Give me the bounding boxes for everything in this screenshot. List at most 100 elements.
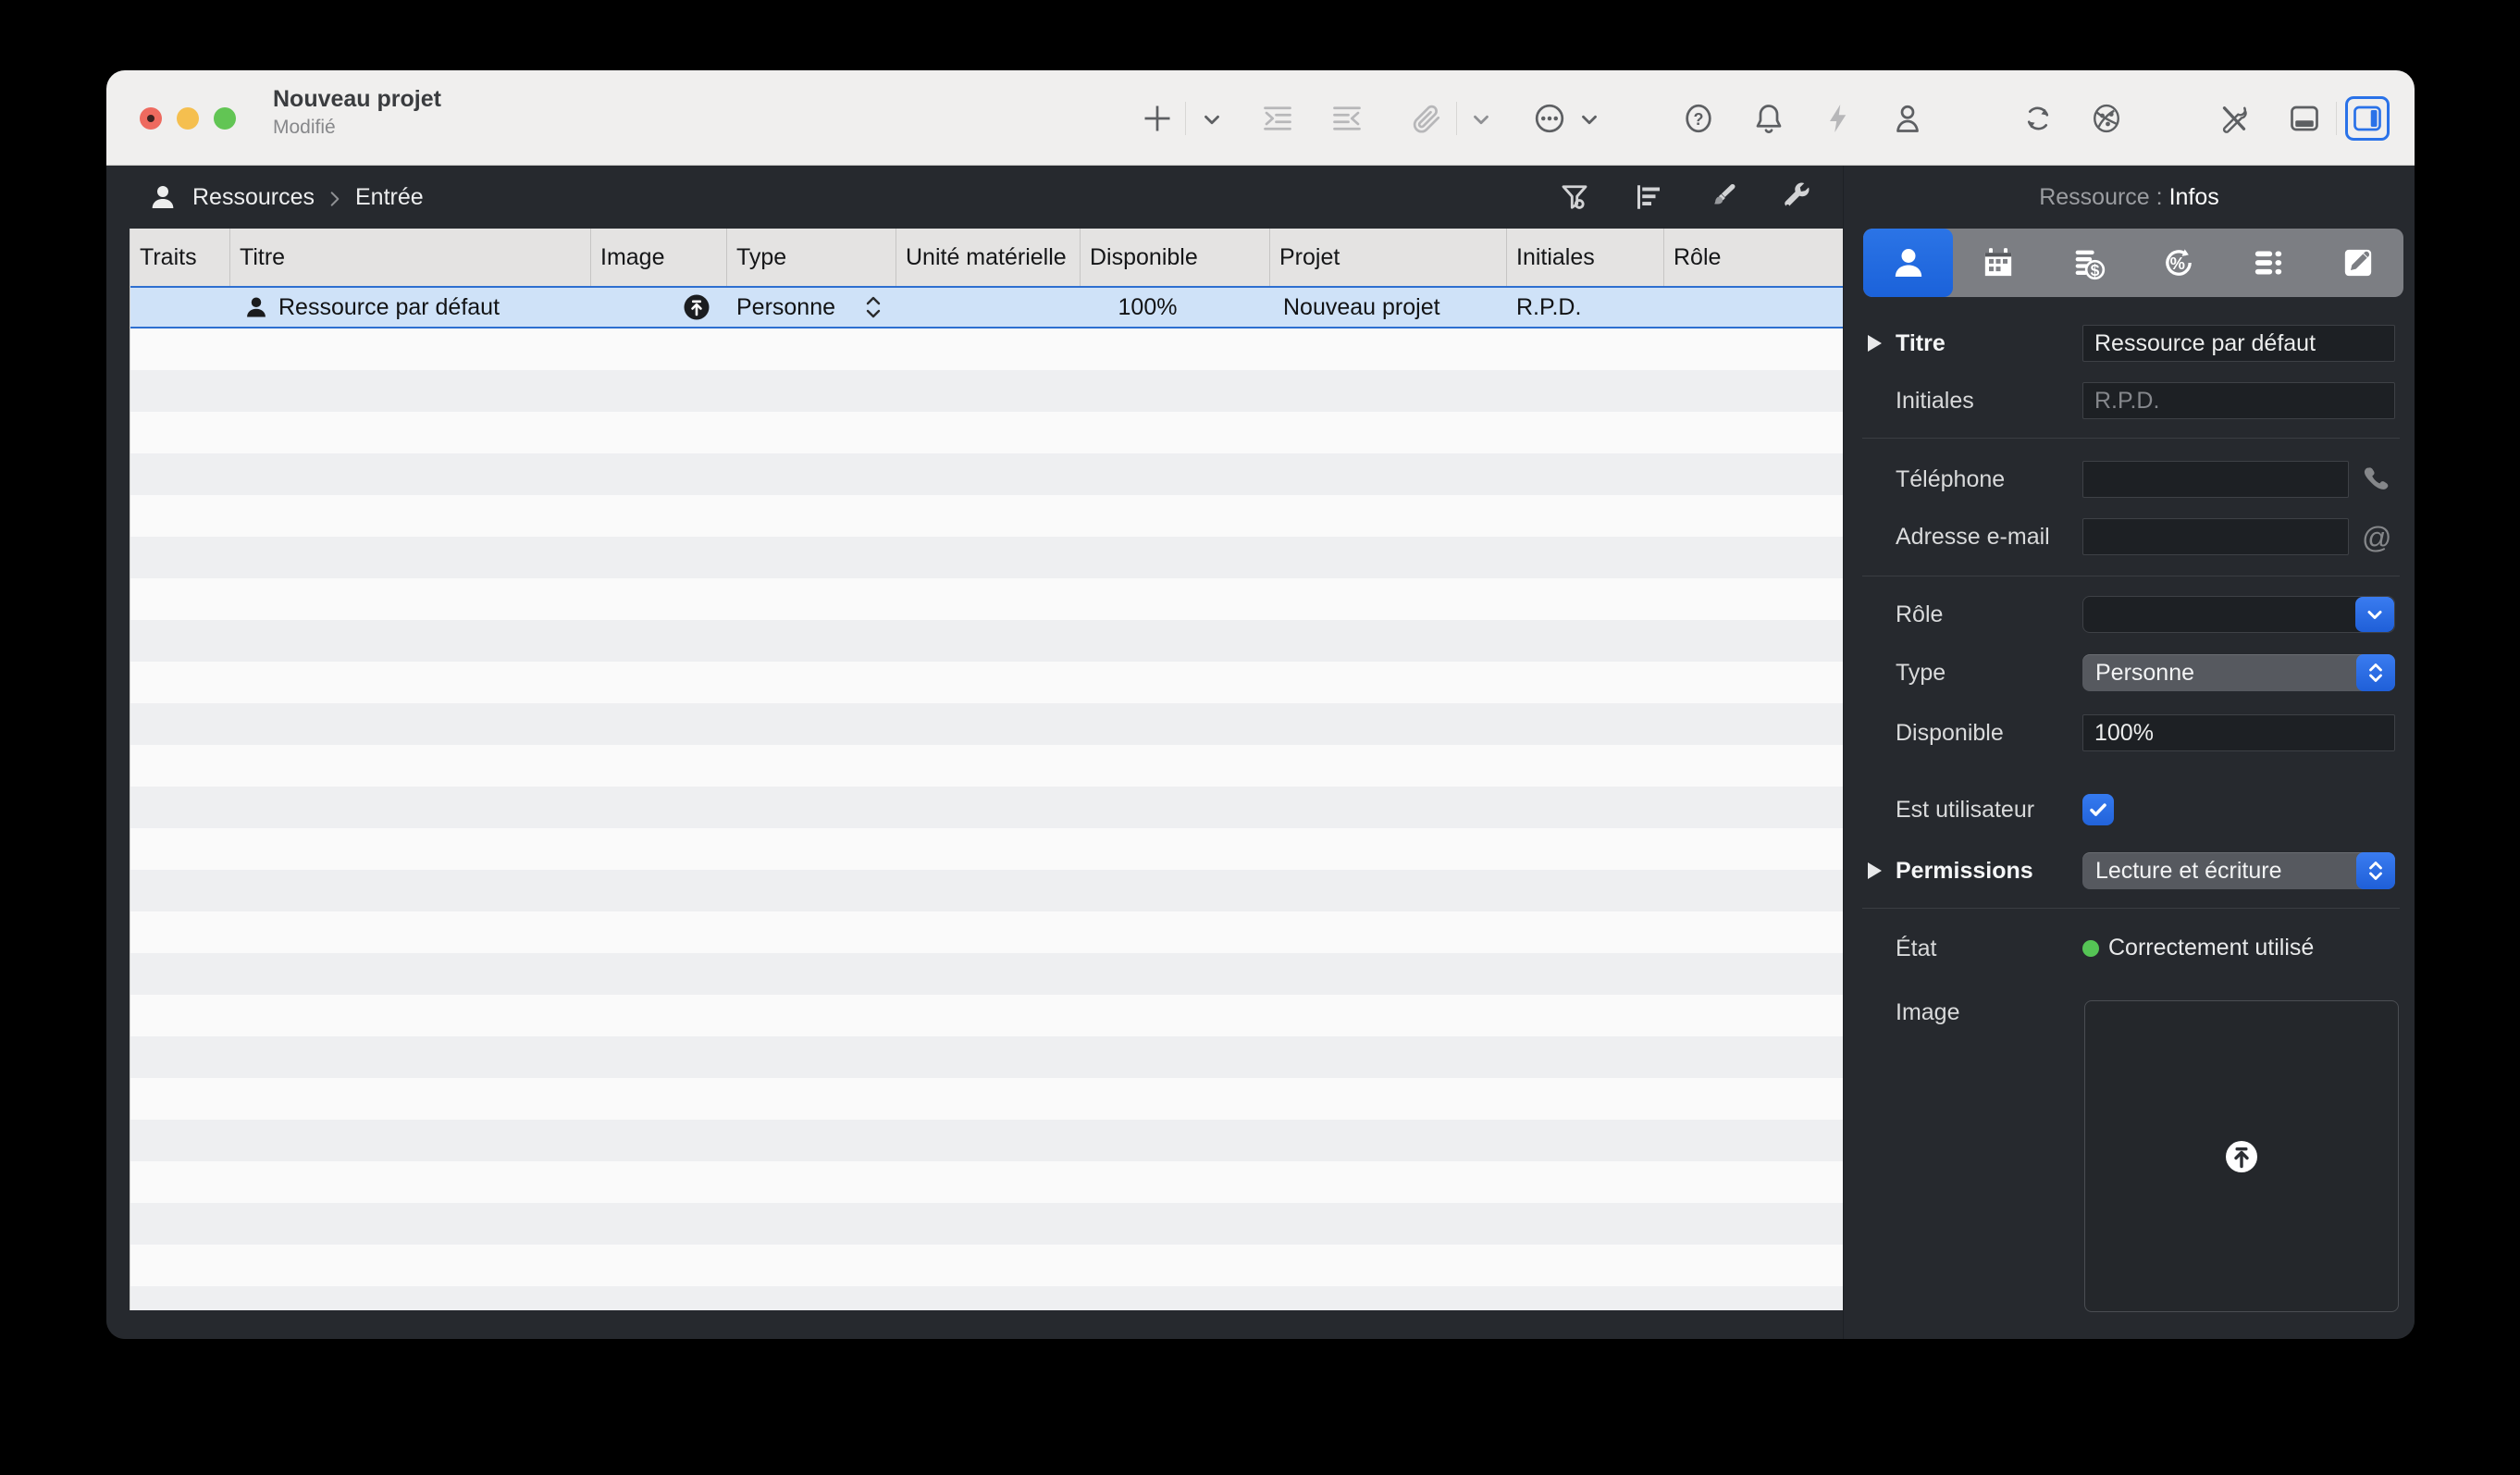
- row-title-text: Ressource par défaut: [278, 293, 500, 320]
- toggle-bottom-panel-button[interactable]: [2288, 102, 2321, 135]
- resources-view: Ressources Entrée Traits Titre Image Typ…: [106, 166, 1843, 1339]
- field-label-permissions: Permissions: [1896, 858, 2033, 884]
- cell-titre[interactable]: Ressource par défaut: [230, 288, 591, 327]
- app-window: Nouveau projet Modifié ? Ressources Entr…: [106, 70, 2415, 1339]
- toolbar-separator: [1185, 102, 1186, 135]
- cell-role[interactable]: [1664, 288, 1843, 327]
- tab-notes[interactable]: [2314, 229, 2403, 297]
- chevron-down-icon: [1582, 115, 1597, 125]
- cell-initiales[interactable]: R.P.D.: [1507, 288, 1664, 327]
- cell-disponible[interactable]: 100%: [1081, 288, 1270, 327]
- help-button[interactable]: ?: [1682, 102, 1715, 135]
- tab-schedule[interactable]: [1953, 229, 2043, 297]
- styles-button[interactable]: [1706, 180, 1739, 214]
- permissions-popup[interactable]: Lecture et écriture: [2082, 852, 2395, 889]
- permissions-stepper-button[interactable]: [2356, 852, 2395, 889]
- automation-button[interactable]: [1822, 102, 1855, 135]
- add-button[interactable]: [1141, 102, 1174, 135]
- panel-bottom-icon: [2291, 105, 2318, 131]
- up-down-chevrons-icon: [2369, 861, 2382, 880]
- inspector-title: Ressource : Infos: [1844, 184, 2415, 211]
- field-label-image: Image: [1896, 999, 1960, 1025]
- column-header-titre[interactable]: Titre: [230, 229, 591, 286]
- tab-utilization[interactable]: %: [2133, 229, 2223, 297]
- role-dropdown-button[interactable]: [2355, 597, 2394, 632]
- account-button[interactable]: [1891, 102, 1924, 135]
- column-header-traits[interactable]: Traits: [130, 229, 230, 286]
- toggle-inspector-button[interactable]: [2345, 96, 2390, 141]
- column-header-role[interactable]: Rôle: [1664, 229, 1843, 286]
- panel-right-icon: [2353, 105, 2381, 131]
- window-subtitle: Modifié: [273, 117, 336, 138]
- attach-menu-button[interactable]: [1469, 107, 1493, 131]
- etat-value: Correctement utilisé: [2108, 935, 2315, 961]
- type-popup[interactable]: Personne: [2082, 654, 2395, 691]
- upload-image-icon[interactable]: [683, 293, 710, 321]
- cell-projet[interactable]: Nouveau projet: [1270, 288, 1507, 327]
- at-icon: @: [2362, 521, 2392, 554]
- view-tools-button[interactable]: [1780, 180, 1813, 214]
- disclosure-triangle-titre[interactable]: [1868, 335, 1882, 352]
- toolbar: Nouveau projet Modifié ?: [106, 70, 2415, 166]
- more-button[interactable]: [1533, 102, 1566, 135]
- cell-type[interactable]: Personne: [727, 288, 896, 327]
- column-header-unite[interactable]: Unité matérielle: [896, 229, 1081, 286]
- content-area: Ressources Entrée Traits Titre Image Typ…: [106, 166, 2415, 1339]
- network-icon: [2094, 104, 2119, 133]
- more-menu-button[interactable]: [1577, 107, 1601, 131]
- type-stepper-button[interactable]: [2356, 654, 2395, 691]
- sync-button[interactable]: [2021, 102, 2055, 135]
- window-title-block: Nouveau projet Modifié: [273, 86, 441, 139]
- column-header-initiales[interactable]: Initiales: [1507, 229, 1664, 286]
- telephone-input[interactable]: [2082, 461, 2349, 498]
- breadcrumb-item-entree[interactable]: Entrée: [355, 184, 424, 211]
- upload-image-icon[interactable]: [2219, 1134, 2264, 1179]
- est-utilisateur-checkbox[interactable]: [2082, 794, 2114, 825]
- lightning-icon: [1830, 105, 1847, 132]
- tab-costs[interactable]: $: [2044, 229, 2133, 297]
- table-row-selected[interactable]: Ressource par défaut Personne 100% Nouve…: [130, 286, 1843, 328]
- column-header-image[interactable]: Image: [591, 229, 727, 286]
- publish-button[interactable]: [2090, 102, 2123, 135]
- field-label-est-utilisateur: Est utilisateur: [1896, 797, 2035, 823]
- tab-custom-data[interactable]: [2223, 229, 2313, 297]
- attach-button[interactable]: [1410, 102, 1443, 135]
- disclosure-triangle-permissions[interactable]: [1868, 862, 1882, 879]
- indent-button[interactable]: [1261, 102, 1294, 135]
- type-value: Personne: [2095, 659, 2195, 686]
- minimize-button[interactable]: [177, 107, 199, 130]
- email-input[interactable]: [2082, 518, 2349, 555]
- stepper-icon[interactable]: [863, 294, 883, 320]
- chevron-right-icon: [326, 188, 344, 206]
- disponible-input[interactable]: [2082, 714, 2395, 751]
- cell-image[interactable]: [591, 288, 727, 327]
- close-button[interactable]: [140, 107, 162, 130]
- up-down-chevrons-icon: [2369, 663, 2382, 682]
- inspector-tab-bar: $ %: [1863, 229, 2403, 297]
- custom-data-icon: [2254, 251, 2282, 275]
- tools-button[interactable]: [2217, 102, 2251, 135]
- initiales-input[interactable]: [2082, 382, 2395, 419]
- notifications-button[interactable]: [1752, 102, 1785, 135]
- person-icon: [1896, 105, 1919, 132]
- costs-icon: $: [2075, 250, 2106, 280]
- tools-icon: [2222, 106, 2247, 133]
- ellipsis-circle-icon: [1535, 104, 1564, 133]
- image-well[interactable]: [2084, 1000, 2399, 1312]
- outline-button[interactable]: [1632, 180, 1665, 214]
- column-header-disponible[interactable]: Disponible: [1081, 229, 1270, 286]
- cell-unite[interactable]: [896, 288, 1081, 327]
- role-combobox[interactable]: [2082, 596, 2395, 633]
- zoom-button[interactable]: [214, 107, 236, 130]
- filter-button[interactable]: [1558, 180, 1591, 214]
- column-header-type[interactable]: Type: [727, 229, 896, 286]
- titre-input[interactable]: [2082, 325, 2395, 362]
- breadcrumb-item-ressources[interactable]: Ressources: [192, 184, 315, 211]
- status-dot: [2082, 940, 2099, 957]
- outdent-button[interactable]: [1330, 102, 1364, 135]
- notes-icon: [2345, 249, 2372, 277]
- tab-resource-info[interactable]: [1863, 229, 1954, 297]
- row-disponible-text: 100%: [1118, 293, 1178, 320]
- add-menu-button[interactable]: [1200, 107, 1224, 131]
- column-header-projet[interactable]: Projet: [1270, 229, 1507, 286]
